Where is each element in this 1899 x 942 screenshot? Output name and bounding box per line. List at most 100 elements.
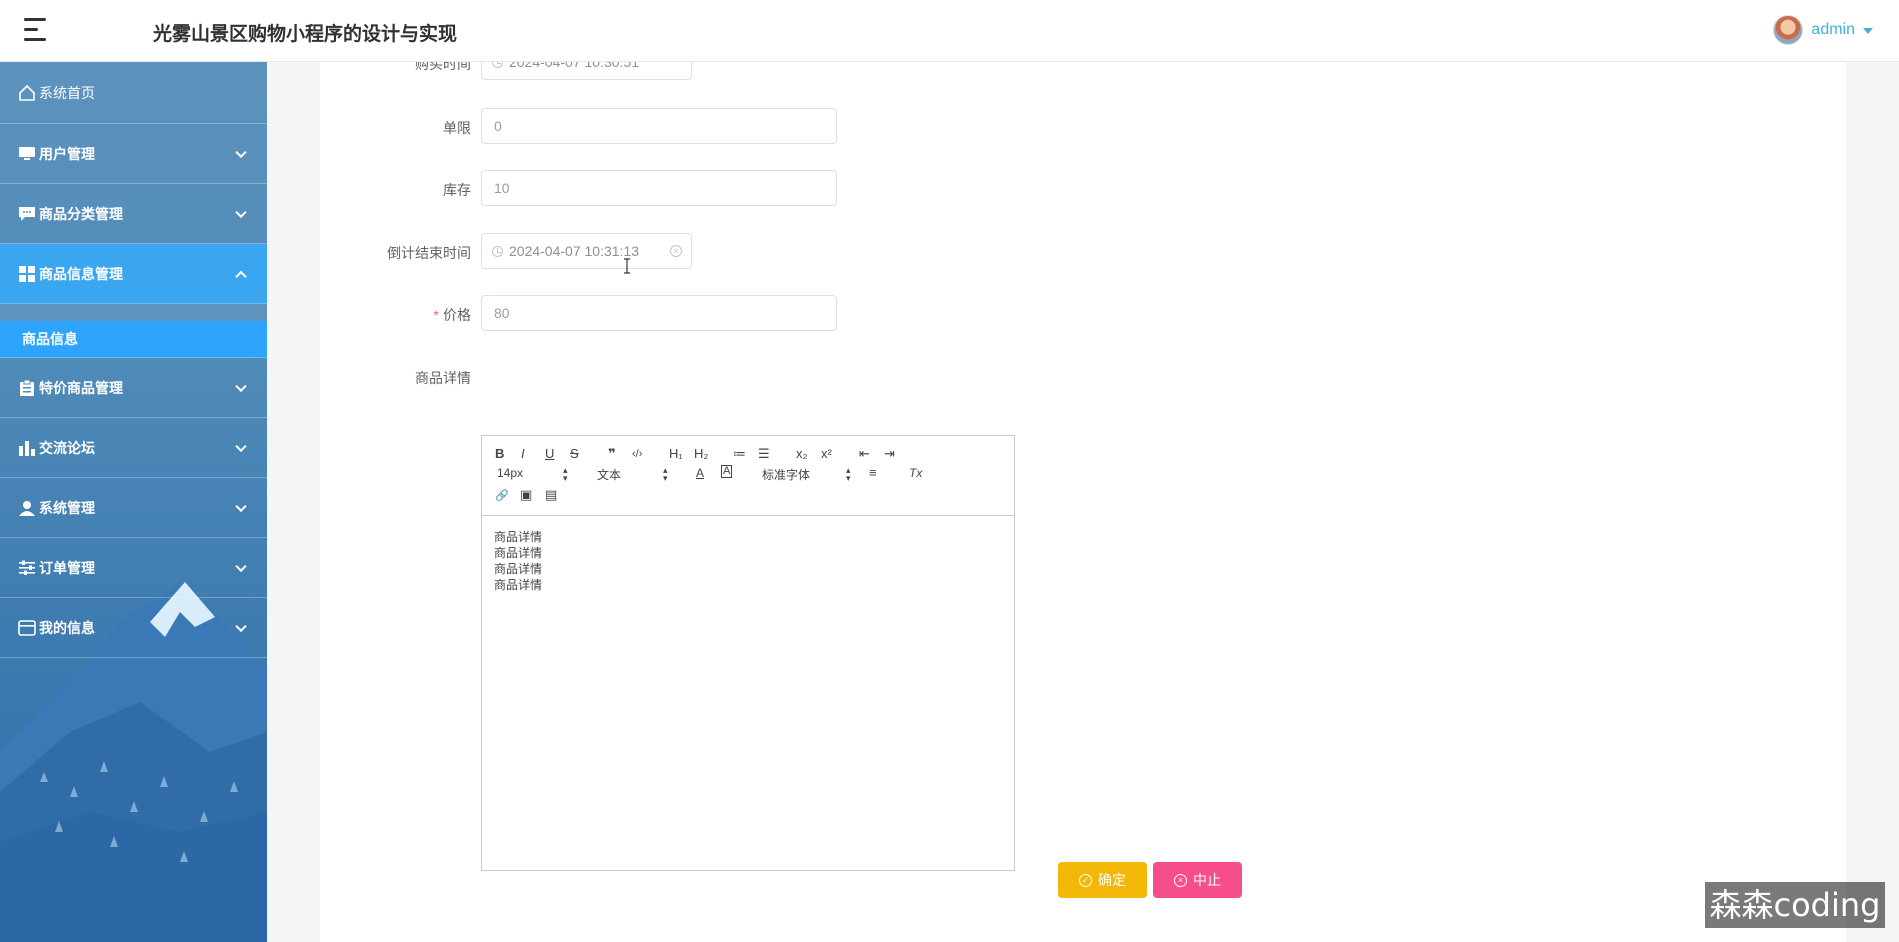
strike-button[interactable]: S [570, 446, 579, 462]
sidebar-item-label: 系统首页 [39, 84, 95, 101]
bullet-list-button[interactable]: ☰ [758, 446, 770, 462]
form-row-price: * 价格 80 [320, 295, 1320, 333]
form-card: 购买时间 2024-04-07 10:30:51 单限 0 库存 10 倒计结束… [320, 44, 1846, 942]
editor-line: 商品详情 [494, 562, 543, 576]
sidebar-item-system[interactable]: 系统管理 [0, 478, 267, 538]
user-icon [17, 499, 37, 517]
video-button[interactable]: ▤ [545, 487, 557, 503]
header1-button[interactable]: H₁ [669, 446, 683, 462]
card-icon [17, 619, 37, 637]
price-input[interactable]: 80 [481, 295, 837, 331]
sidebar-item-label: 商品信息管理 [39, 265, 123, 282]
font-size-select[interactable]: 14px ▴ ▾ [497, 465, 569, 483]
stock-label: 库存 [443, 182, 471, 198]
sidebar-item-label: 用户管理 [39, 145, 95, 162]
background-color-button[interactable]: A [721, 465, 733, 478]
grid-icon [17, 265, 37, 283]
form-row-stock: 库存 10 [320, 170, 1320, 208]
image-button[interactable]: ▣ [520, 487, 532, 503]
chevron-down-icon [235, 620, 247, 632]
header2-button[interactable]: H₂ [694, 446, 708, 462]
price-label: * 价格 [433, 307, 471, 323]
clear-icon[interactable]: × [670, 245, 682, 257]
align-button[interactable]: ≡ [869, 465, 877, 481]
chevron-down-icon [235, 206, 247, 218]
link-button[interactable]: 🔗 [495, 488, 509, 504]
sidebar: 系统首页 用户管理 商品分类管理 商品信息管理 商品信息 特价商品管理 交流论坛… [0, 62, 267, 942]
sidebar-item-special-offer[interactable]: 特价商品管理 [0, 358, 267, 418]
editor-line: 商品详情 [494, 578, 543, 592]
header-select[interactable]: 文本 ▴ ▾ [597, 466, 669, 483]
code-block-button[interactable]: ‹/› [632, 446, 642, 462]
superscript-button[interactable]: x² [821, 446, 832, 462]
rich-text-editor: B I U S ❞ ‹/› H₁ H₂ ≔ ☰ x₂ x² ⇤ ⇥ 14px ▴… [481, 435, 1015, 871]
sidebar-item-orders[interactable]: 订单管理 [0, 538, 267, 598]
user-name[interactable]: admin [1811, 21, 1855, 39]
sidebar-item-label: 交流论坛 [39, 439, 95, 456]
form-row-limit: 单限 0 [320, 108, 1320, 146]
sidebar-item-forum[interactable]: 交流论坛 [0, 418, 267, 478]
editor-content[interactable]: 商品详情 商品详情 商品详情 商品详情 [494, 529, 542, 593]
sidebar-item-my-info[interactable]: 我的信息 [0, 598, 267, 658]
stock-input[interactable]: 10 [481, 170, 837, 206]
limit-input[interactable]: 0 [481, 108, 837, 144]
text-color-button[interactable]: A [696, 465, 704, 481]
watermark: 森森coding [1705, 882, 1885, 928]
avatar[interactable] [1773, 15, 1804, 45]
countdown-end-picker[interactable]: 2024-04-07 10:31:13 × [481, 233, 692, 269]
italic-button[interactable]: I [521, 446, 525, 462]
app-title: 光雾山景区购物小程序的设计与实现 [153, 24, 458, 45]
sliders-icon [17, 559, 37, 577]
sidebar-subitem-product-info[interactable]: 商品信息 [0, 321, 267, 358]
check-circle-icon: ✓ [1079, 873, 1092, 887]
sidebar-item-label: 特价商品管理 [39, 379, 123, 396]
sidebar-item-label: 订单管理 [39, 559, 95, 576]
indent-button[interactable]: ⇥ [884, 446, 895, 462]
chevron-up-icon [235, 270, 247, 282]
close-circle-icon: × [1174, 873, 1187, 887]
clock-icon [492, 246, 503, 257]
chevron-down-icon [235, 380, 247, 392]
bold-button[interactable]: B [495, 446, 504, 462]
sidebar-item-label: 商品分类管理 [39, 205, 123, 222]
user-menu[interactable]: admin [1773, 15, 1873, 45]
cancel-button[interactable]: × 中止 [1153, 862, 1242, 898]
sidebar-item-users[interactable]: 用户管理 [0, 124, 267, 184]
text-cursor-icon [624, 258, 630, 274]
home-icon [17, 84, 37, 102]
blockquote-button[interactable]: ❞ [608, 446, 616, 462]
limit-label: 单限 [443, 120, 471, 136]
font-family-select[interactable]: 标准字体 ▴ ▾ [762, 466, 852, 483]
sidebar-item-label: 系统管理 [39, 499, 95, 516]
ordered-list-button[interactable]: ≔ [733, 446, 746, 462]
clean-format-button[interactable]: Tx [909, 465, 922, 481]
chat-icon [17, 205, 37, 223]
select-arrows-icon: ▴ ▾ [563, 465, 568, 483]
underline-button[interactable]: U [545, 446, 554, 462]
caret-down-icon[interactable] [1863, 28, 1873, 34]
chevron-down-icon [235, 440, 247, 452]
sidebar-item-home[interactable]: 系统首页 [0, 62, 267, 124]
select-arrows-icon: ▴ ▾ [846, 465, 851, 483]
chevron-down-icon [235, 500, 247, 512]
clipboard-icon [17, 379, 37, 397]
editor-line: 商品详情 [494, 530, 543, 544]
form-row-countdown-end: 倒计结束时间 2024-04-07 10:31:13 × [320, 233, 1320, 271]
details-label: 商品详情 [415, 370, 471, 386]
chevron-down-icon [235, 560, 247, 572]
form-row-details: 商品详情 [320, 358, 1320, 396]
chevron-down-icon [235, 146, 247, 158]
outdent-button[interactable]: ⇤ [859, 446, 870, 462]
sidebar-menu: 系统首页 用户管理 商品分类管理 商品信息管理 商品信息 特价商品管理 交流论坛… [0, 62, 267, 658]
menu-toggle-icon[interactable] [24, 16, 52, 42]
subscript-button[interactable]: x₂ [796, 446, 808, 462]
editor-toolbar: B I U S ❞ ‹/› H₁ H₂ ≔ ☰ x₂ x² ⇤ ⇥ 14px ▴… [482, 436, 1014, 516]
editor-line: 商品详情 [494, 546, 543, 560]
sidebar-item-label: 我的信息 [39, 619, 95, 636]
select-arrows-icon: ▴ ▾ [663, 465, 668, 483]
confirm-button[interactable]: ✓ 确定 [1058, 862, 1147, 898]
sidebar-item-category[interactable]: 商品分类管理 [0, 184, 267, 244]
countdown-end-label: 倒计结束时间 [387, 245, 471, 261]
sidebar-item-product-info[interactable]: 商品信息管理 [0, 244, 267, 304]
top-header: 光雾山景区购物小程序的设计与实现 admin [0, 0, 1899, 62]
